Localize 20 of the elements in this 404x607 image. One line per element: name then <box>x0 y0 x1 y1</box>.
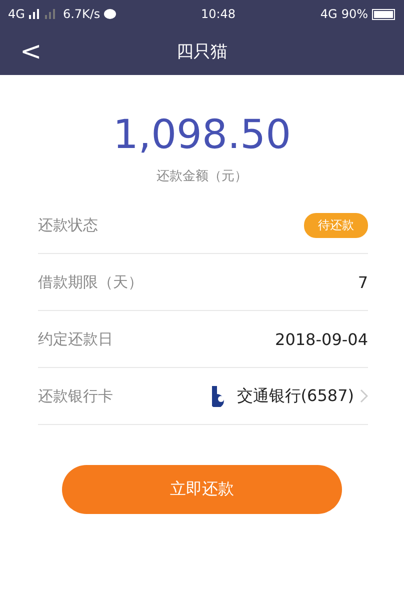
amount-label: 还款金额（元） <box>156 168 248 185</box>
bank-card-value: 交通银行(6587) <box>236 386 354 406</box>
row-value: 7 <box>358 272 368 292</box>
row-label: 还款状态 <box>38 216 98 234</box>
battery-percent: 90% <box>341 7 368 21</box>
chat-bubble-icon <box>104 8 116 20</box>
repayment-amount: 1,098.50 <box>112 111 292 159</box>
signal-label: 4G <box>8 7 25 21</box>
battery-icon <box>372 8 396 20</box>
chevron-right-icon <box>360 389 368 403</box>
clock: 10:48 <box>200 7 236 21</box>
row-label: 还款银行卡 <box>38 386 113 406</box>
back-button[interactable]: < <box>0 36 42 66</box>
page-title: 四只猫 <box>176 41 228 63</box>
status-badge: 待还款 <box>304 212 368 238</box>
row-label: 借款期限（天） <box>38 272 143 292</box>
network-speed: 6.7K/s <box>62 7 100 21</box>
row-value: 2018-09-04 <box>275 330 368 348</box>
network-label: 4G <box>320 7 338 21</box>
row-label: 约定还款日 <box>38 330 113 348</box>
